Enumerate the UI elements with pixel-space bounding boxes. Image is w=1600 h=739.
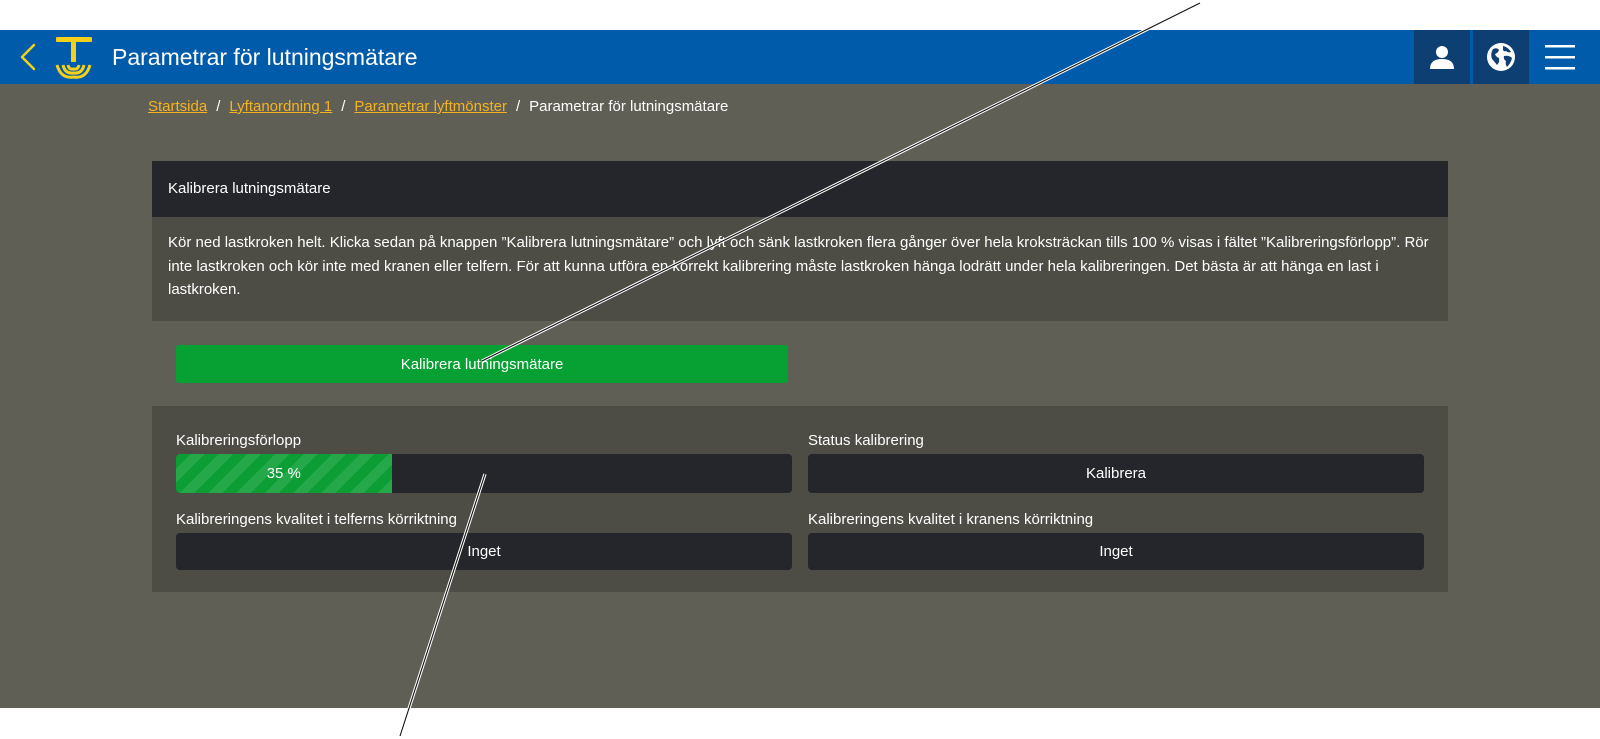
- page-title: Parametrar för lutningsmätare: [112, 44, 418, 70]
- hoist-quality-label: Kalibreringens kvalitet i telferns körri…: [176, 511, 457, 528]
- crane-hook-icon: [55, 37, 92, 79]
- back-button[interactable]: [14, 42, 42, 72]
- hamburger-menu-icon: [1545, 45, 1575, 70]
- progress-value: 35 %: [266, 465, 301, 482]
- user-button[interactable]: [1414, 30, 1470, 84]
- crane-quality-value: Inget: [808, 533, 1424, 570]
- calibration-status-panel: Kalibreringsförlopp 35 % Status kalibrer…: [152, 406, 1448, 592]
- app-header: Parametrar för lutningsmätare: [0, 30, 1600, 84]
- breadcrumb-separator: /: [515, 98, 521, 115]
- calibration-instructions: Kör ned lastkroken helt. Klicka sedan på…: [152, 217, 1448, 321]
- page-footer-area: [0, 708, 1600, 739]
- main-content: Startsida / Lyftanordning 1 / Parametrar lyf…: [0, 84, 1600, 708]
- breadcrumb-link-home[interactable]: Startsida: [148, 98, 207, 115]
- calibration-card-title: Kalibrera lutningsmätare: [152, 161, 1448, 217]
- breadcrumb-link-lifting-device[interactable]: Lyftanordning 1: [229, 98, 332, 115]
- progress-label: Kalibreringsförlopp: [176, 432, 302, 449]
- breadcrumb: Startsida / Lyftanordning 1 / Parametrar lyf…: [148, 98, 728, 115]
- crane-quality-label: Kalibreringens kvalitet i kranens körrik…: [808, 511, 1094, 528]
- chevron-left-icon: [20, 43, 36, 71]
- calibration-status-value: Kalibrera: [808, 454, 1424, 493]
- menu-button[interactable]: [1540, 38, 1580, 76]
- breadcrumb-current: Parametrar för lutningsmätare: [529, 98, 729, 115]
- breadcrumb-separator: /: [216, 98, 221, 115]
- breadcrumb-link-lift-pattern[interactable]: Parametrar lyftmönster: [354, 98, 507, 115]
- breadcrumb-separator: /: [341, 98, 346, 115]
- calibrate-inclinometer-button[interactable]: Kalibrera lutningsmätare: [176, 345, 788, 383]
- calibration-progress-bar: 35 %: [176, 454, 792, 493]
- status-label: Status kalibrering: [808, 432, 924, 449]
- hoist-quality-value: Inget: [176, 533, 792, 570]
- language-button[interactable]: [1473, 30, 1529, 84]
- crane-hook-logo: [53, 35, 95, 79]
- globe-icon: [1487, 43, 1515, 71]
- user-icon: [1430, 46, 1454, 69]
